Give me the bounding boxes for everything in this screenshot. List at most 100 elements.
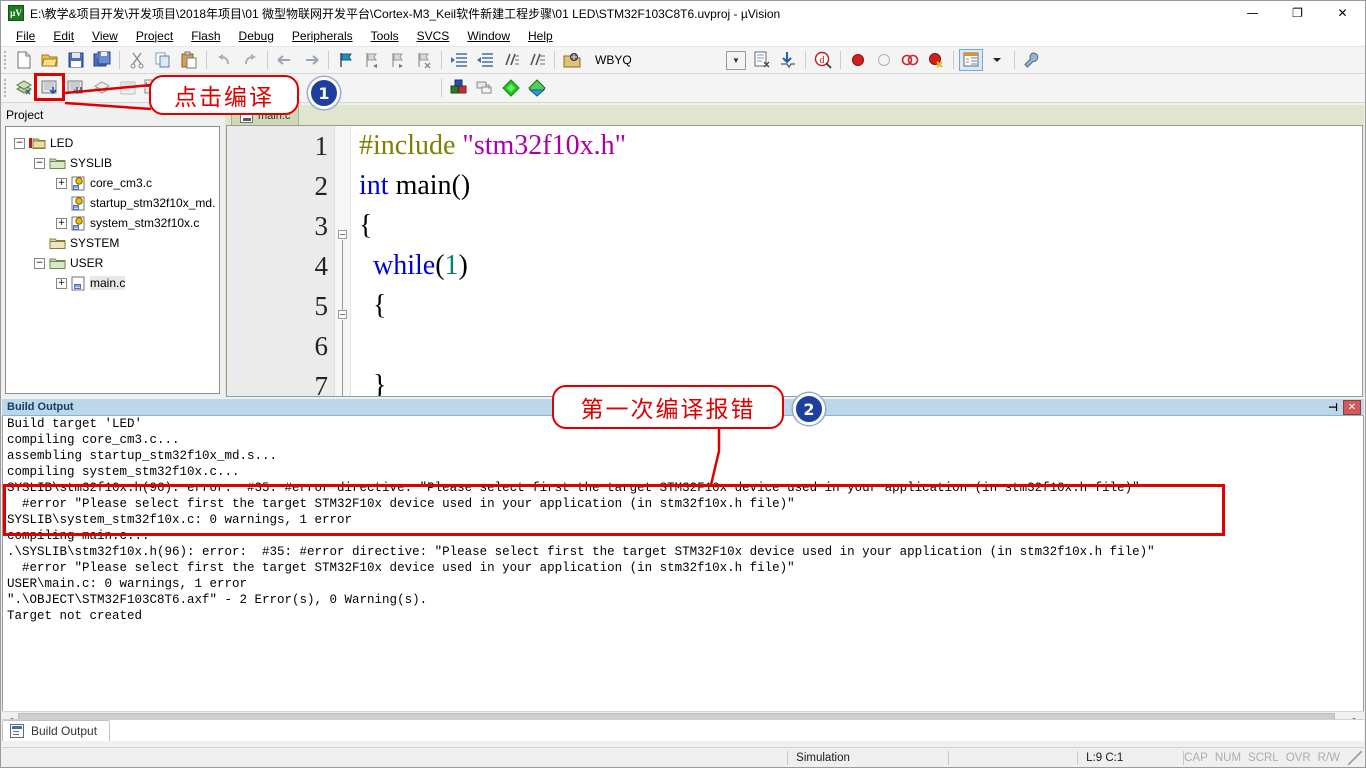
c-source-file-icon [71,176,85,190]
disable-all-breakpoints-icon[interactable] [924,49,948,71]
menu-peripherals[interactable]: Peripherals [283,27,362,45]
menu-project[interactable]: Project [127,27,182,45]
expander-icon[interactable]: + [56,177,67,189]
undo-icon[interactable] [212,49,236,71]
toolbar-separator [206,51,207,69]
menu-window[interactable]: Window [458,27,519,45]
rebuild-all-icon[interactable] [64,77,88,99]
expander-icon[interactable]: + [56,217,67,229]
menu-debug[interactable]: Debug [230,27,283,45]
tree-label: USER [70,256,104,270]
tree-node-system-stm32[interactable]: + system_stm32f10x.c [12,213,219,233]
tree-node-system[interactable]: SYSTEM [12,233,219,253]
code-token: "stm32f10x.h" [462,130,627,161]
menu-tools[interactable]: Tools [362,27,408,45]
project-window-dropdown-icon[interactable] [985,49,1009,71]
copy-icon[interactable] [151,49,175,71]
pin-icon[interactable]: ⊣ [1325,400,1341,415]
toolbar-grip[interactable] [4,51,7,69]
disable-breakpoint-icon[interactable] [872,49,896,71]
annotation-badge-2: 2 [793,393,825,425]
redo-icon[interactable] [238,49,262,71]
app-icon: µV [8,5,24,21]
code-token: main [395,170,452,201]
project-window-toggle-icon[interactable] [959,49,983,71]
navigate-forward-icon[interactable] [299,49,323,71]
build-output-line: .\SYSLIB\stm32f10x.h(96): error: #35: #e… [7,545,1155,559]
manage-components-icon[interactable] [750,49,774,71]
menu-view[interactable]: View [83,27,127,45]
code-token: ( [435,250,445,281]
kill-all-breakpoints-icon[interactable] [898,49,922,71]
indent-right-icon[interactable] [447,49,471,71]
tree-node-user[interactable]: − USER [12,253,219,273]
expander-icon[interactable]: + [56,277,67,289]
status-flag-scrl: SCRL [1248,751,1279,764]
tree-node-core-cm3[interactable]: + core_cm3.c [12,173,219,193]
menu-help[interactable]: Help [519,27,562,45]
build-target-icon[interactable] [38,77,62,99]
project-tree[interactable]: − LED − SYSLIB + core_cm3.c startup_stm3… [5,126,220,394]
expander-icon[interactable]: − [34,257,45,269]
status-flags: CAP NUM SCRL OVR R/W [1184,752,1348,764]
target-selector[interactable]: WBYQ ▼ [589,50,749,71]
indent-left-icon[interactable] [473,49,497,71]
code-text[interactable]: #include "stm32f10x.h" int main() { whil… [351,126,1362,396]
expander-icon[interactable]: − [34,157,45,169]
close-icon[interactable]: ✕ [1343,399,1361,415]
open-file-icon[interactable] [38,49,62,71]
multi-project-icon[interactable] [473,77,497,99]
bookmark-toggle-icon[interactable] [334,49,358,71]
expander-icon[interactable]: − [14,137,25,149]
save-icon[interactable] [64,49,88,71]
menu-edit[interactable]: Edit [44,27,83,45]
build-output-title: Build Output [7,401,74,413]
minimize-icon[interactable]: — [1230,1,1275,25]
tree-label: system_stm32f10x.c [90,216,200,230]
paste-icon[interactable] [177,49,201,71]
chevron-down-icon[interactable]: ▼ [726,50,746,70]
tree-node-led[interactable]: − LED [12,133,219,153]
save-all-icon[interactable] [90,49,114,71]
navigate-back-icon[interactable] [273,49,297,71]
code-token: ) [458,250,468,281]
translate-file-icon[interactable] [12,77,36,99]
new-file-icon[interactable] [12,49,36,71]
bookmark-prev-icon[interactable] [360,49,384,71]
tree-node-startup[interactable]: startup_stm32f10x_md. [12,193,219,213]
pack-installer-icon[interactable] [525,77,549,99]
code-folding-column[interactable]: − − [335,126,351,396]
configuration-wizard-icon[interactable] [1020,49,1044,71]
tab-build-output[interactable]: Build Output [2,720,111,741]
uncomment-lines-icon[interactable] [525,49,549,71]
bookmark-next-icon[interactable] [386,49,410,71]
line-number: 1 [314,131,329,161]
stop-build-icon[interactable] [116,77,140,99]
comment-lines-icon[interactable] [499,49,523,71]
manage-project-items-icon[interactable] [447,77,471,99]
tree-node-main-c[interactable]: + main.c [12,273,219,293]
download-to-flash-icon[interactable] [776,49,800,71]
menu-file[interactable]: File [7,27,44,45]
code-editor[interactable]: 1 2 3 4 5 6 7 − − #include "stm32f10x.h"… [226,125,1363,397]
line-number: 3 [314,211,329,241]
batch-build-icon[interactable] [90,77,114,99]
toolbar-grip[interactable] [4,79,7,97]
insert-breakpoint-icon[interactable] [846,49,870,71]
resize-grip[interactable] [1348,750,1362,765]
manage-run-time-env-icon[interactable] [499,77,523,99]
fold-toggle-icon[interactable]: − [338,310,347,319]
code-token: { [359,210,373,241]
tree-label: SYSLIB [70,156,113,170]
fold-toggle-icon[interactable]: − [338,230,347,239]
menu-svcs[interactable]: SVCS [408,27,459,45]
cut-icon[interactable] [125,49,149,71]
target-options-icon[interactable] [560,49,584,71]
maximize-icon[interactable]: ❐ [1275,1,1320,25]
close-icon[interactable]: ✕ [1320,1,1365,25]
menu-flash[interactable]: Flash [182,27,229,45]
tree-node-syslib[interactable]: − SYSLIB [12,153,219,173]
debug-session-icon[interactable]: d [811,49,835,71]
bookmark-clear-icon[interactable] [412,49,436,71]
build-output-text[interactable]: Build target 'LED' compiling core_cm3.c.… [2,416,1364,711]
